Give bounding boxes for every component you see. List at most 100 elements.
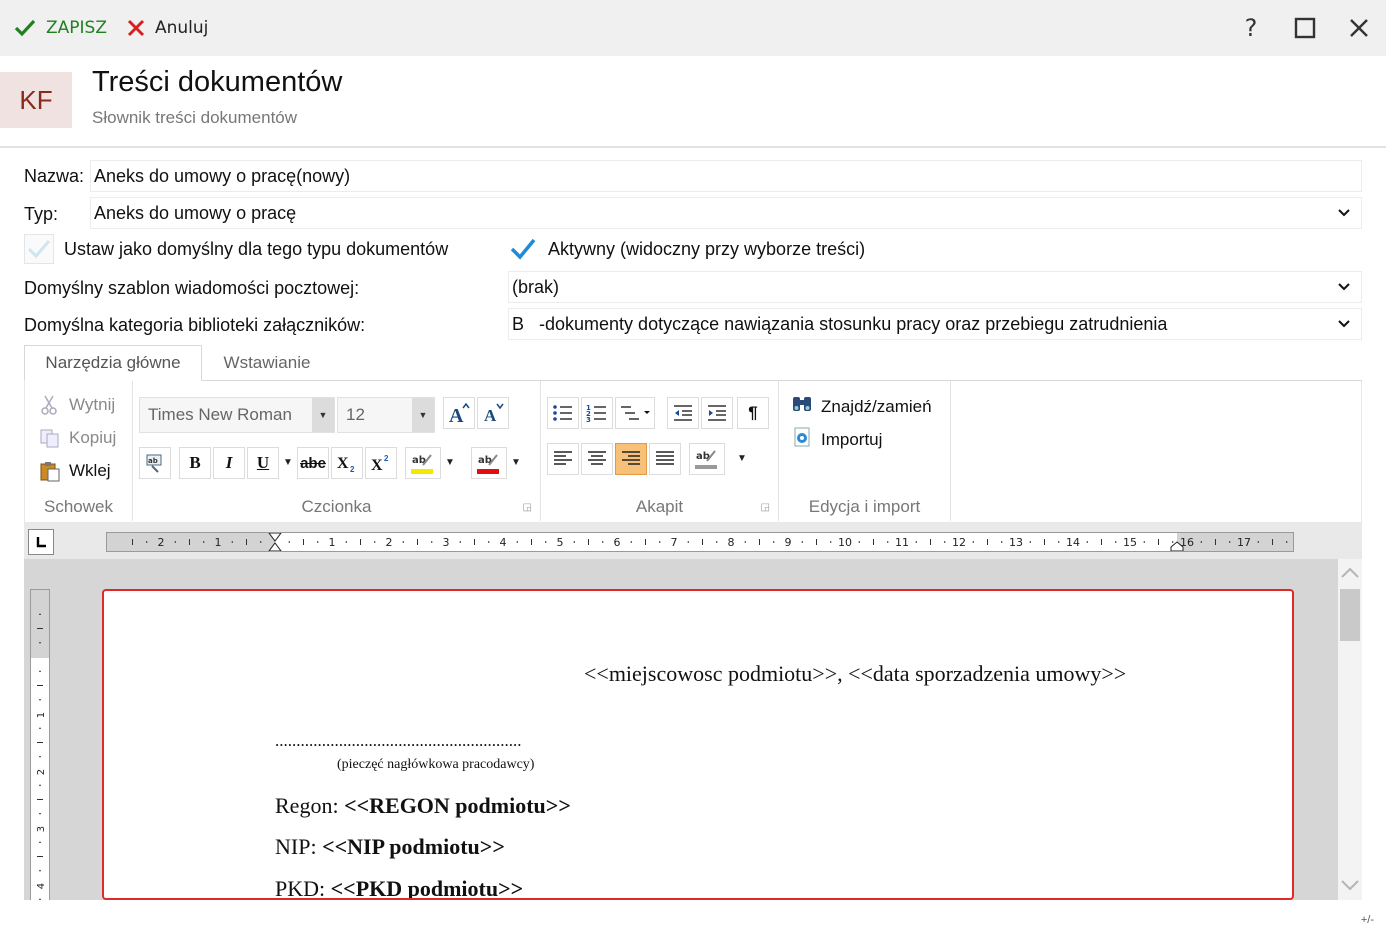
bold-button[interactable]: B (179, 447, 211, 479)
ruler-label: 7 (671, 536, 678, 549)
font-size-combo[interactable]: 12 ▼ (337, 397, 435, 433)
tab-stop-selector[interactable] (28, 529, 54, 555)
grow-font-button[interactable]: A (443, 397, 475, 429)
ruler-label: 9 (785, 536, 792, 549)
justify-button[interactable] (649, 443, 681, 475)
scroll-down-icon[interactable] (1338, 875, 1362, 895)
type-select[interactable]: Aneks do umowy o pracę (90, 197, 1362, 229)
font-family-combo[interactable]: Times New Roman ▼ (139, 397, 335, 433)
vertical-ruler[interactable]: 1 2 3 4 (30, 589, 50, 900)
show-formatting-button[interactable]: ¶ (737, 397, 769, 429)
italic-button[interactable]: I (213, 447, 245, 479)
ruler-label: 3 (443, 536, 450, 549)
cut-button[interactable]: Wytnij (39, 391, 115, 419)
tab-home[interactable]: Narzędzia główne (24, 345, 202, 381)
highlight-icon: ab (411, 454, 433, 474)
edit-import-group-label: Edycja i import (808, 497, 921, 516)
ruler-label: 2 (386, 536, 393, 549)
font-color-icon: ab (477, 454, 499, 474)
superscript-button[interactable]: X2 (365, 447, 397, 479)
active-checkbox[interactable]: Aktywny (widoczny przy wyborze treści) (508, 234, 865, 264)
svg-text:A: A (449, 405, 464, 424)
active-checkbox-label: Aktywny (widoczny przy wyborze treści) (548, 238, 866, 259)
multilevel-list-button[interactable] (615, 397, 655, 429)
italic-icon: I (225, 453, 233, 472)
maximize-button[interactable] (1278, 0, 1332, 56)
nip-label: NIP: (275, 834, 323, 859)
align-center-button[interactable] (581, 443, 613, 475)
font-color-dropdown-icon[interactable]: ▼ (511, 457, 521, 468)
shading-dropdown-icon[interactable]: ▼ (737, 453, 747, 464)
numbering-button[interactable]: 123 (581, 397, 613, 429)
shading-button[interactable]: ab (689, 443, 725, 475)
scroll-up-icon[interactable] (1338, 563, 1362, 583)
horizontal-ruler[interactable]: 2 1 1 2 3 4 5 6 7 8 9 10 11 12 13 14 15 16 17 (106, 532, 1294, 552)
maximize-icon (1294, 17, 1316, 39)
active-checkbox-box[interactable] (508, 234, 538, 264)
mail-template-select[interactable]: (brak) (508, 271, 1362, 303)
cancel-button[interactable]: Anuluj (117, 8, 218, 48)
bullets-button[interactable] (547, 397, 579, 429)
find-replace-button[interactable]: Znajdź/zamień (791, 393, 932, 420)
underline-dropdown-icon[interactable]: ▼ (283, 457, 293, 468)
scrollbar-thumb[interactable] (1340, 589, 1360, 641)
name-field[interactable]: Aneks do umowy o pracę(nowy) (90, 160, 1362, 192)
highlight-dropdown-icon[interactable]: ▼ (445, 457, 455, 468)
shrink-font-icon: A (484, 403, 504, 424)
help-button[interactable]: ? (1224, 0, 1278, 56)
save-button[interactable]: ZAPISZ (4, 8, 117, 48)
mail-template-label: Domyślny szablon wiadomości pocztowej: (24, 278, 360, 298)
chevron-down-icon (1338, 283, 1350, 291)
type-label: Typ: (24, 204, 59, 224)
dropdown-arrow-icon[interactable]: ▼ (312, 398, 334, 432)
attachment-category-select[interactable]: B -dokumenty dotyczące nawiązania stosun… (508, 308, 1362, 340)
name-value: Aneks do umowy o pracę(nowy) (94, 165, 351, 186)
svg-text:2: 2 (350, 465, 355, 474)
chevron-down-icon (1338, 320, 1350, 328)
font-dialog-launcher-icon[interactable]: ◲ (523, 502, 532, 513)
left-tab-icon (36, 537, 46, 548)
underline-button[interactable]: U (247, 447, 279, 479)
top-toolbar: ZAPISZ Anuluj ? (0, 0, 1386, 56)
vertical-scrollbar[interactable] (1338, 559, 1362, 900)
default-checkbox[interactable]: Ustaw jako domyślny dla tego typu dokume… (24, 234, 448, 264)
svg-text:2: 2 (384, 454, 389, 463)
font-color-button[interactable]: ab (471, 447, 507, 479)
help-icon: ? (1244, 14, 1258, 42)
subscript-button[interactable]: X2 (331, 447, 363, 479)
close-window-button[interactable] (1332, 0, 1386, 56)
highlight-button[interactable]: ab (405, 447, 441, 479)
ruler-label: 13 (1009, 536, 1023, 549)
align-right-button[interactable] (615, 443, 647, 475)
dropdown-arrow-icon[interactable]: ▼ (412, 398, 434, 432)
attachment-category-value: B -dokumenty dotyczące nawiązania stosun… (512, 313, 1168, 334)
decrease-indent-icon (674, 405, 692, 421)
font-group-label: Czcionka (301, 497, 372, 516)
numbered-list-icon: 123 (586, 404, 606, 423)
increase-indent-button[interactable] (701, 397, 733, 429)
left-indent-marker[interactable] (268, 533, 282, 551)
format-painter-button[interactable]: ab (139, 447, 171, 479)
paragraph-dialog-launcher-icon[interactable]: ◲ (761, 502, 770, 513)
cancel-label: Anuluj (154, 18, 209, 38)
align-center-icon (588, 451, 606, 465)
document-page[interactable]: <<miejscowosc podmiotu>>, <<data sporzad… (102, 589, 1294, 900)
ruler-label: 2 (158, 536, 165, 549)
decrease-indent-button[interactable] (667, 397, 699, 429)
copy-button[interactable]: Kopiuj (39, 424, 116, 452)
ruler-label: 11 (895, 536, 909, 549)
ruler-label: 2 (36, 769, 47, 775)
strikethrough-button[interactable]: abe (297, 447, 329, 479)
ribbon: Wytnij Kopiuj Wklej Schowek Times New Ro… (24, 381, 1362, 523)
type-value: Aneks do umowy o pracę (94, 202, 297, 223)
align-left-button[interactable] (547, 443, 579, 475)
zoom-toggle[interactable]: +/- (1361, 914, 1374, 926)
default-checkbox-box[interactable] (24, 234, 54, 264)
tab-insert[interactable]: Wstawianie (202, 345, 332, 381)
ruler-label: 12 (952, 536, 966, 549)
import-button[interactable]: Importuj (791, 426, 882, 453)
document-area: 1 2 3 4 <<miejscowosc podmiotu>>, <<data sp… (24, 559, 1338, 900)
shrink-font-button[interactable]: A (477, 397, 509, 429)
paste-button[interactable]: Wklej (39, 457, 111, 485)
ruler-label: 17 (1237, 536, 1251, 549)
